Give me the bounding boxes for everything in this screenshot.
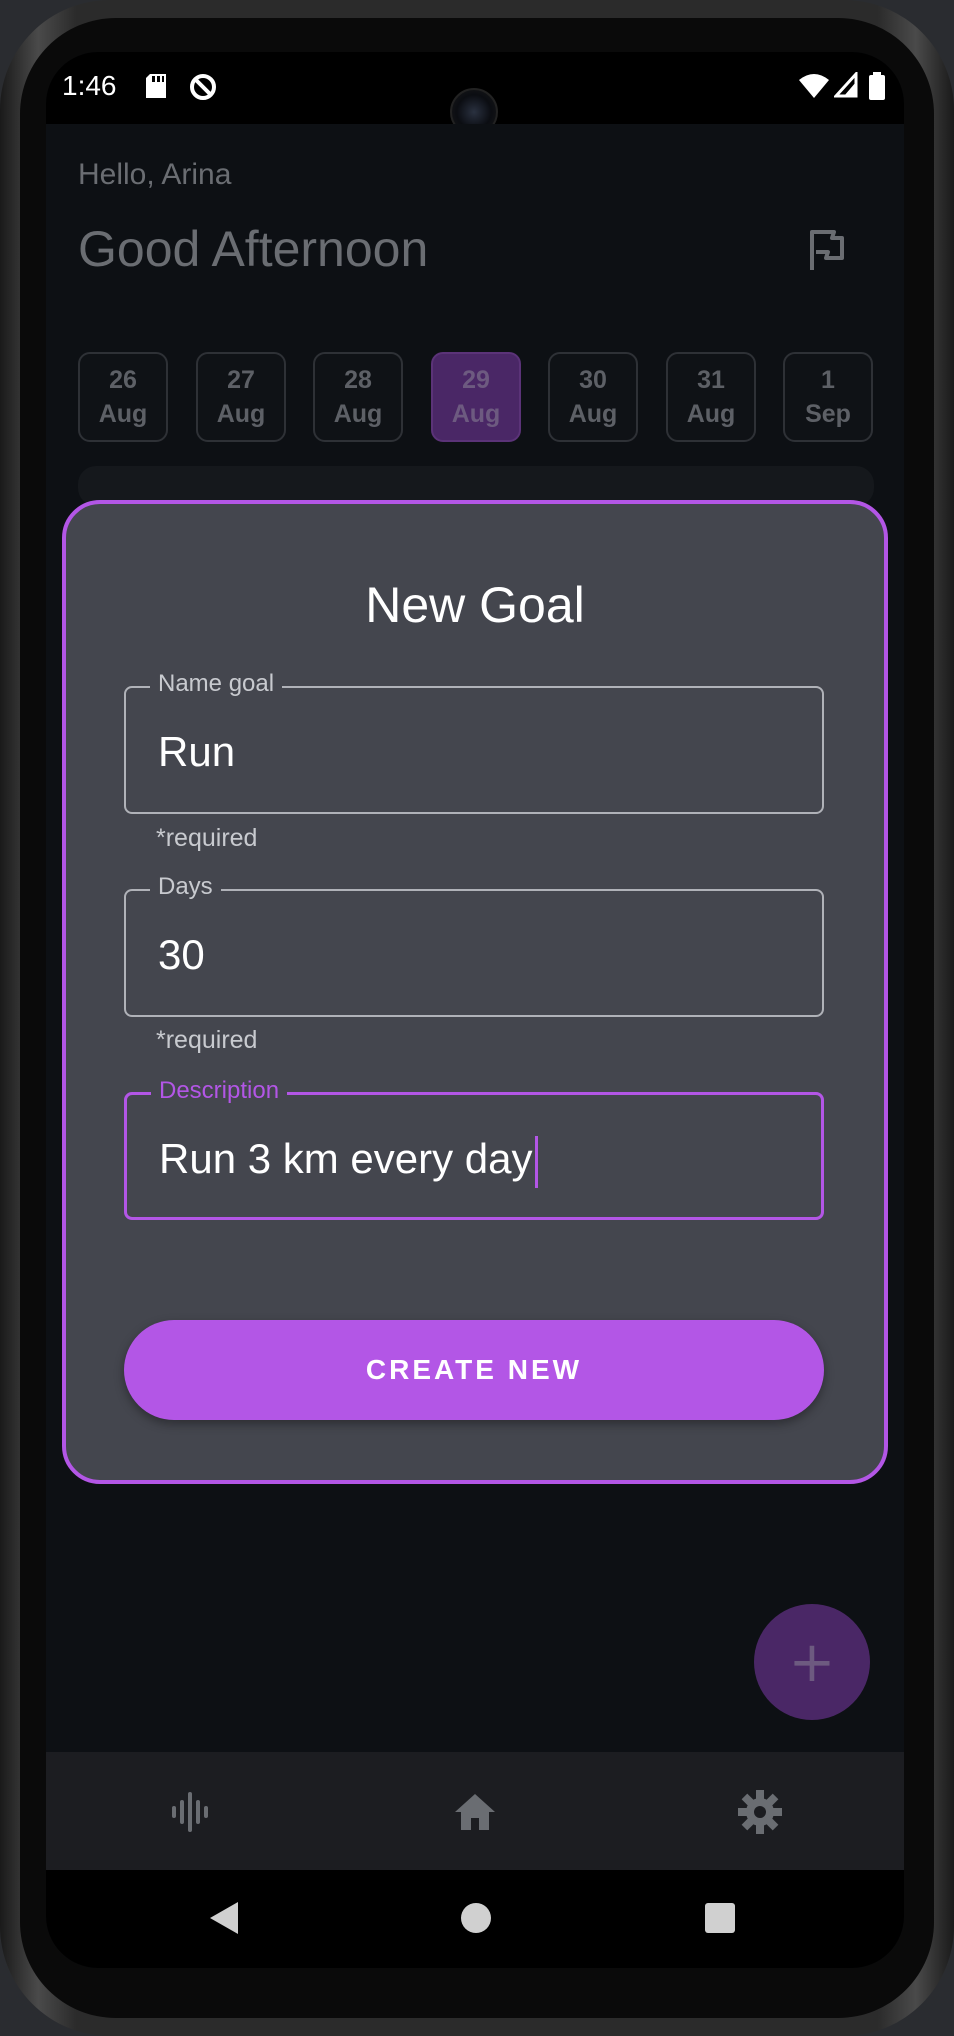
date-chip-29-aug-selected[interactable]: 29 Aug — [431, 352, 521, 442]
status-time: 1:46 — [62, 70, 117, 101]
date-month: Aug — [216, 400, 266, 428]
description-label: Description — [151, 1077, 288, 1105]
date-day: 30 — [579, 366, 607, 394]
signal-icon — [832, 70, 862, 100]
back-icon[interactable] — [208, 1900, 240, 1940]
date-day: 1 — [821, 366, 835, 394]
days-label: Days — [150, 873, 221, 901]
date-chip-31-aug[interactable]: 31 Aug — [666, 352, 756, 442]
date-month: Aug — [333, 400, 383, 428]
date-strip: 26 Aug 27 Aug 28 Aug 29 Aug 30 Aug 31 Au… — [78, 352, 874, 444]
days-helper: *required — [156, 1026, 258, 1054]
sync-icon — [188, 72, 216, 100]
text-cursor — [534, 1135, 538, 1188]
settings-icon[interactable] — [736, 1788, 784, 1836]
name-goal-field[interactable]: Name goal Run — [124, 670, 824, 814]
date-month: Aug — [98, 400, 148, 428]
date-day: 27 — [227, 366, 255, 394]
home-button-icon[interactable] — [460, 1902, 492, 1938]
name-goal-value: Run — [158, 728, 236, 775]
date-day: 28 — [344, 366, 372, 394]
date-chip-28-aug[interactable]: 28 Aug — [313, 352, 403, 442]
date-month: Aug — [686, 400, 736, 428]
date-month: Sep — [805, 400, 851, 428]
wifi-icon — [798, 72, 829, 100]
name-goal-helper: *required — [156, 824, 258, 852]
date-chip-27-aug[interactable]: 27 Aug — [196, 352, 286, 442]
add-goal-button[interactable]: + — [754, 1604, 870, 1720]
description-value: Run 3 km every day — [159, 1135, 533, 1182]
description-field[interactable]: Description Run 3 km every day — [124, 1077, 824, 1220]
greeting-text: Hello, Arina — [78, 158, 232, 191]
description-value-wrap: Run 3 km every day — [159, 1135, 538, 1188]
activity-icon[interactable] — [166, 1788, 214, 1836]
dialog-title: New Goal — [365, 577, 585, 633]
system-nav-bar — [46, 1870, 904, 1968]
recents-icon[interactable] — [704, 1902, 736, 1938]
sd-card-icon — [144, 72, 172, 100]
days-field[interactable]: Days 30 — [124, 873, 824, 1017]
battery-icon — [868, 72, 896, 100]
page-title: Good Afternoon — [78, 221, 429, 277]
days-value: 30 — [158, 931, 205, 978]
date-day: 31 — [697, 366, 725, 394]
bottom-nav — [46, 1752, 904, 1870]
date-chip-1-sep[interactable]: 1 Sep — [783, 352, 873, 442]
date-chip-26-aug[interactable]: 26 Aug — [78, 352, 168, 442]
name-goal-label: Name goal — [150, 670, 283, 698]
date-day: 26 — [109, 366, 137, 394]
date-month: Aug — [451, 400, 501, 428]
date-month: Aug — [568, 400, 618, 428]
screen: 1:46 Hello, Arina Good Afternoon 26 Aug … — [46, 52, 904, 1968]
create-new-button[interactable]: CREATE NEW — [124, 1320, 824, 1420]
date-day: 29 — [462, 366, 490, 394]
date-chip-30-aug[interactable]: 30 Aug — [548, 352, 638, 442]
new-goal-dialog: New Goal Name goal Run *required Days 30… — [62, 500, 888, 1484]
home-icon[interactable] — [451, 1788, 499, 1836]
flag-icon[interactable] — [806, 228, 846, 272]
